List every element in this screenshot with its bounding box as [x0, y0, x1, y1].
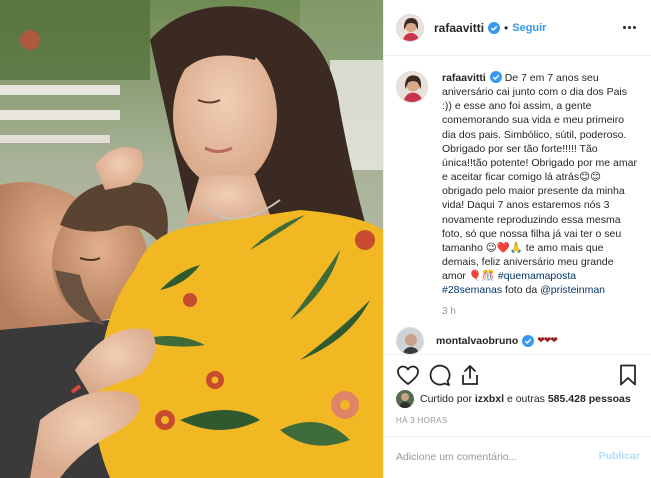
header-separator: • [504, 20, 509, 35]
likes-row: Curtido por izxbxl e outras 585.428 pess… [396, 390, 631, 408]
comments-list[interactable]: rafaavitti De 7 em 7 anos seu aniversári… [384, 57, 651, 354]
liker-avatar[interactable] [396, 390, 414, 408]
follow-button[interactable]: Seguir [512, 22, 546, 34]
post-photo[interactable] [0, 0, 383, 478]
verified-badge-icon [488, 21, 501, 34]
caption-avatar[interactable] [396, 71, 428, 103]
caption-row: rafaavitti De 7 em 7 anos seu aniversári… [396, 71, 638, 298]
mention-pristeinman[interactable]: @pristeinman [540, 284, 605, 296]
caption-body: De 7 em 7 anos seu aniversário cai junto… [442, 72, 637, 283]
post-image [0, 0, 383, 478]
avatar[interactable] [396, 13, 424, 42]
comment-hearts: ❤❤❤ [537, 335, 558, 345]
comment-username[interactable]: montalvaobruno [436, 335, 518, 347]
hashtag-28semanas[interactable]: #28semanas [442, 284, 502, 296]
caption-username[interactable]: rafaavitti [442, 72, 486, 84]
comment-input[interactable] [396, 449, 586, 465]
hashtag-quemamaposta[interactable]: #quemamaposta [498, 270, 576, 282]
post-details-panel: rafaavitti • Seguir rafaavitti De 7 em 7… [383, 0, 651, 478]
comment-row: montalvaobruno ❤❤❤ [396, 326, 638, 354]
verified-badge-icon [489, 71, 502, 83]
caption-credit: foto da [502, 284, 541, 297]
likes-prefix: Curtido por [420, 393, 475, 405]
more-options-icon[interactable] [620, 18, 638, 36]
caption-time[interactable]: 3 h [442, 306, 638, 317]
heart-icon[interactable] [396, 363, 420, 387]
caption-text: rafaavitti De 7 em 7 anos seu aniversári… [442, 71, 637, 298]
likes-count[interactable]: 585.428 pessoas [548, 393, 631, 405]
header-username[interactable]: rafaavitti [434, 21, 484, 35]
likes-text: Curtido por izxbxl e outras 585.428 pess… [420, 393, 631, 405]
action-bar [384, 354, 651, 394]
verified-badge-icon [522, 334, 535, 347]
add-comment-bar: Publicar [384, 436, 651, 478]
post-timestamp[interactable]: HÁ 3 HORAS [396, 416, 447, 425]
comment-avatar[interactable] [396, 326, 424, 354]
share-icon[interactable] [458, 363, 482, 387]
bookmark-icon[interactable] [616, 363, 640, 387]
comment-icon[interactable] [427, 363, 451, 387]
liker-username[interactable]: izxbxl [475, 393, 504, 405]
publish-button[interactable]: Publicar [599, 450, 640, 462]
likes-middle: e outras [504, 393, 548, 405]
post-header: rafaavitti • Seguir [384, 0, 651, 56]
